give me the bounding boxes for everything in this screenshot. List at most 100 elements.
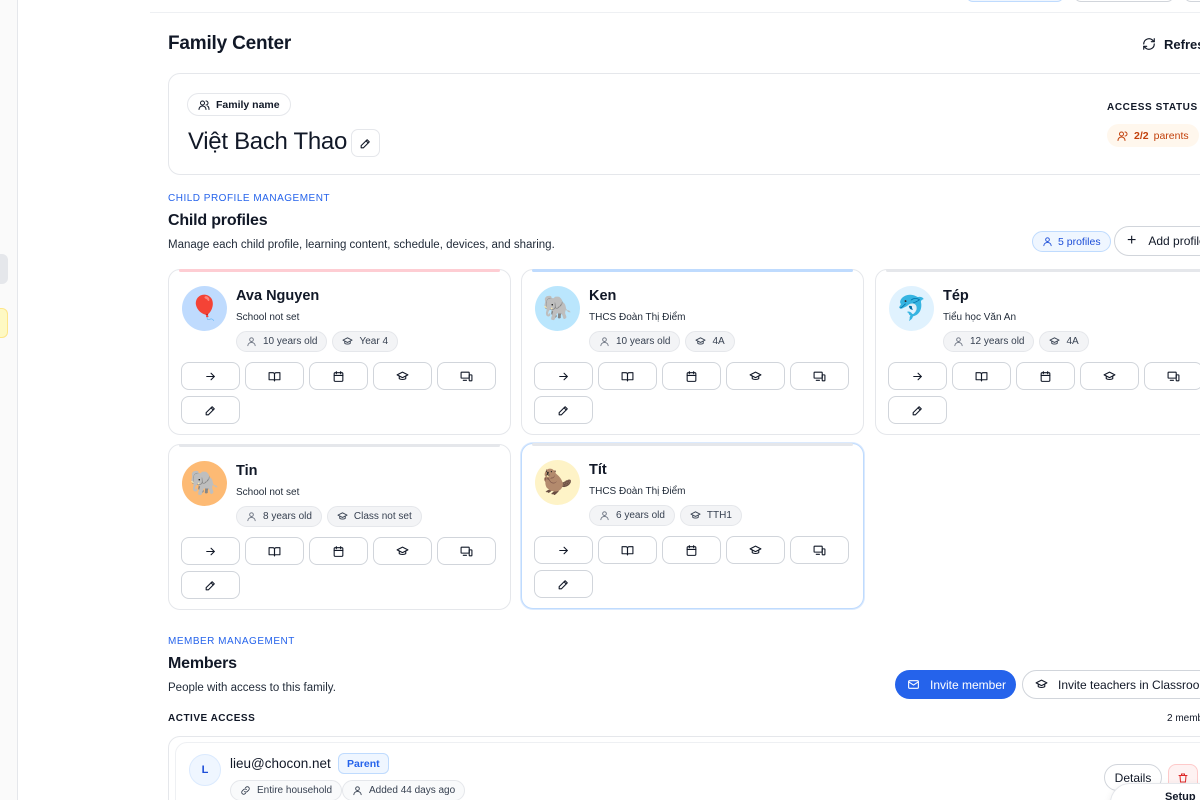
invite-teachers-button[interactable]: Invite teachers in Classroom [1022,670,1200,699]
book-icon [268,370,281,383]
child-profiles-eyebrow: CHILD PROFILE MANAGEMENT [168,193,331,204]
edit-icon [360,138,370,148]
schedule-button[interactable] [662,362,721,390]
open-profile-button[interactable] [534,362,593,390]
add-profile-button[interactable]: + Add profile [1114,226,1200,256]
edit-family-name-button[interactable] [351,129,380,157]
devices-icon [460,370,473,383]
child-school: THCS Đoàn Thị Điểm [589,486,686,497]
setup-floating-button[interactable]: Setup [1110,783,1200,800]
active-access-label: ACTIVE ACCESS [168,713,256,724]
child-school: THCS Đoàn Thị Điểm [589,312,686,323]
age-chip: 12 years old [943,331,1035,352]
book-icon [621,544,634,557]
top-divider [150,12,1200,13]
graduation-cap-icon [342,336,354,347]
devices-button[interactable] [1144,362,1200,390]
age-chip: 10 years old [236,331,328,352]
child-school: School not set [236,487,300,498]
refresh-button[interactable]: Refresh [1132,30,1200,58]
class-label: TTH1 [706,510,732,521]
open-profile-button[interactable] [534,536,593,564]
elephant-icon: 🐘 [189,470,220,497]
child-profile-card[interactable]: 🦫 Tít THCS Đoàn Thị Điểm 6 years old TTH… [521,443,864,609]
child-profile-card[interactable]: 🐘 Ken THCS Đoàn Thị Điểm 10 years old 4A [521,269,864,435]
learning-content-button[interactable] [245,537,304,565]
classes-button[interactable] [373,537,432,565]
top-toolbar-button[interactable] [966,0,1064,2]
refresh-label: Refresh [1164,36,1200,52]
learning-content-button[interactable] [245,362,304,390]
open-profile-button[interactable] [181,362,240,390]
arrow-right-icon [557,370,570,383]
calendar-icon [685,370,698,383]
user-icon [1043,237,1052,247]
edit-profile-button[interactable] [181,396,240,424]
top-toolbar-button[interactable] [1184,0,1200,2]
age-label: 6 years old [616,510,665,521]
child-profile-card[interactable]: 🐘 Tin School not set 8 years old Class n… [168,444,511,610]
card-accent [179,444,500,447]
invite-member-button[interactable]: Invite member [895,670,1016,699]
edit-profile-button[interactable] [181,571,240,599]
age-label: 12 years old [970,336,1025,347]
family-card: Family name Việt Bach Thao ACCESS STATUS… [168,73,1200,175]
invite-teachers-label: Invite teachers in Classroom [1058,677,1200,692]
sidebar-item-marker[interactable] [0,254,8,284]
calendar-icon [332,370,345,383]
arrow-right-icon [204,370,217,383]
elephant-icon: 🐘 [542,295,573,322]
parents-label: parents [1153,129,1189,142]
class-label: 4A [1066,336,1079,347]
edit-profile-button[interactable] [888,396,947,424]
child-profile-card[interactable]: 🐬 Tép Tiểu học Văn An 12 years old 4A [875,269,1200,435]
calendar-icon [685,544,698,557]
child-avatar: 🐘 [182,461,227,506]
member-role-badge: Parent [338,753,389,774]
child-school: Tiểu học Văn An [943,312,1017,323]
open-profile-button[interactable] [888,362,947,390]
book-icon [268,545,281,558]
edit-icon [204,579,217,592]
arrow-right-icon [204,545,217,558]
classes-button[interactable] [373,362,432,390]
schedule-button[interactable] [309,537,368,565]
top-toolbar-button[interactable] [1074,0,1174,2]
profiles-count: 5 profiles [1058,235,1101,248]
learning-content-button[interactable] [598,362,657,390]
schedule-button[interactable] [662,536,721,564]
card-accent [532,269,853,272]
member-count: 2 members [1167,713,1200,724]
sidebar-item-marker-active[interactable] [0,308,8,338]
edit-profile-button[interactable] [534,570,593,598]
user-icon [953,336,964,347]
child-profiles-description: Manage each child profile, learning cont… [168,239,555,251]
schedule-button[interactable] [309,362,368,390]
devices-button[interactable] [790,362,849,390]
edit-profile-button[interactable] [534,396,593,424]
profiles-count-badge: 5 profiles [1032,231,1111,252]
devices-button[interactable] [437,362,496,390]
learning-content-button[interactable] [598,536,657,564]
child-name: Ava Nguyen [236,288,320,304]
devices-icon [813,544,826,557]
card-accent [886,269,1200,272]
child-school: School not set [236,312,300,323]
learning-content-button[interactable] [952,362,1011,390]
dolphin-icon: 🐬 [896,295,927,322]
graduation-cap-icon [1103,370,1116,383]
user-icon [599,336,610,347]
card-accent [179,269,500,272]
class-chip: 4A [1039,331,1089,352]
child-profile-card[interactable]: 🎈 Ava Nguyen School not set 10 years old… [168,269,511,435]
schedule-button[interactable] [1016,362,1075,390]
devices-button[interactable] [790,536,849,564]
classes-button[interactable] [726,536,785,564]
classes-button[interactable] [726,362,785,390]
devices-button[interactable] [437,537,496,565]
book-icon [621,370,634,383]
card-accent [532,443,853,446]
open-profile-button[interactable] [181,537,240,565]
classes-button[interactable] [1080,362,1139,390]
balloon-icon: 🎈 [189,295,220,322]
